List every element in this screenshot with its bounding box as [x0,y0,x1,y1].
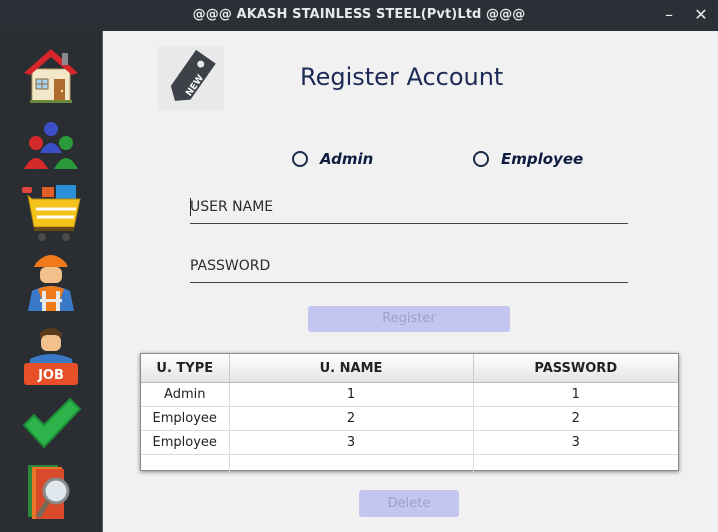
password-field[interactable] [190,252,628,283]
column-header-user-name[interactable]: U. NAME [229,354,474,383]
window-title: @@@ AKASH STAINLESS STEEL(Pvt)Ltd @@@ [192,7,526,22]
column-header-password[interactable]: PASSWORD [473,354,678,383]
sidebar: JOB [0,31,102,532]
column-header-user-type[interactable]: U. TYPE [141,354,230,383]
worker-icon[interactable] [20,249,82,311]
svg-text:JOB: JOB [37,368,64,383]
username-input[interactable] [190,197,620,217]
register-button[interactable]: Register [308,306,510,332]
job-icon[interactable]: JOB [20,323,82,385]
checkmark-icon[interactable] [20,393,82,455]
text-caret [190,198,191,216]
table-cell[interactable]: 1 [229,382,474,407]
table-cell[interactable]: 3 [473,430,678,455]
radio-admin-circle[interactable] [292,151,308,167]
table-cell[interactable]: Admin [141,382,230,407]
radio-employee[interactable]: Employee [473,149,583,169]
search-report-icon[interactable] [20,461,82,523]
table-cell[interactable]: 1 [473,382,678,407]
table-cell [229,454,474,472]
username-field[interactable] [190,193,628,224]
table-row[interactable]: Employee 2 2 [141,406,678,431]
users-icon[interactable] [20,115,82,177]
table-cell[interactable]: Employee [141,406,230,431]
delete-button[interactable]: Delete [359,490,459,517]
table-row-empty [141,454,678,473]
table-cell[interactable]: Employee [141,430,230,455]
password-input[interactable] [190,256,620,276]
table-cell [473,455,678,473]
shopping-cart-icon[interactable] [20,183,82,245]
home-icon[interactable] [20,45,82,107]
radio-admin[interactable]: Admin [292,149,373,169]
page-title: Register Account [300,63,504,91]
table-cell[interactable]: 2 [229,406,474,431]
close-button[interactable]: ✕ [690,5,712,25]
table-cell[interactable]: 2 [473,406,678,431]
table-cell[interactable]: 3 [229,430,474,455]
register-panel: NEW Register Account Admin Employee Regi… [103,31,718,532]
title-bar: @@@ AKASH STAINLESS STEEL(Pvt)Ltd @@@ – … [0,0,718,31]
table-cell [141,454,230,472]
table-row[interactable]: Employee 3 3 [141,430,678,455]
radio-employee-label[interactable]: Employee [501,150,583,168]
table-row[interactable]: Admin 1 1 [141,382,678,407]
radio-admin-label[interactable]: Admin [320,150,373,168]
minimize-button[interactable]: – [658,5,680,25]
users-table[interactable]: U. TYPE U. NAME PASSWORD Admin 1 1 Emplo… [140,353,679,473]
radio-employee-circle[interactable] [473,151,489,167]
new-tag-icon: NEW [158,46,224,110]
